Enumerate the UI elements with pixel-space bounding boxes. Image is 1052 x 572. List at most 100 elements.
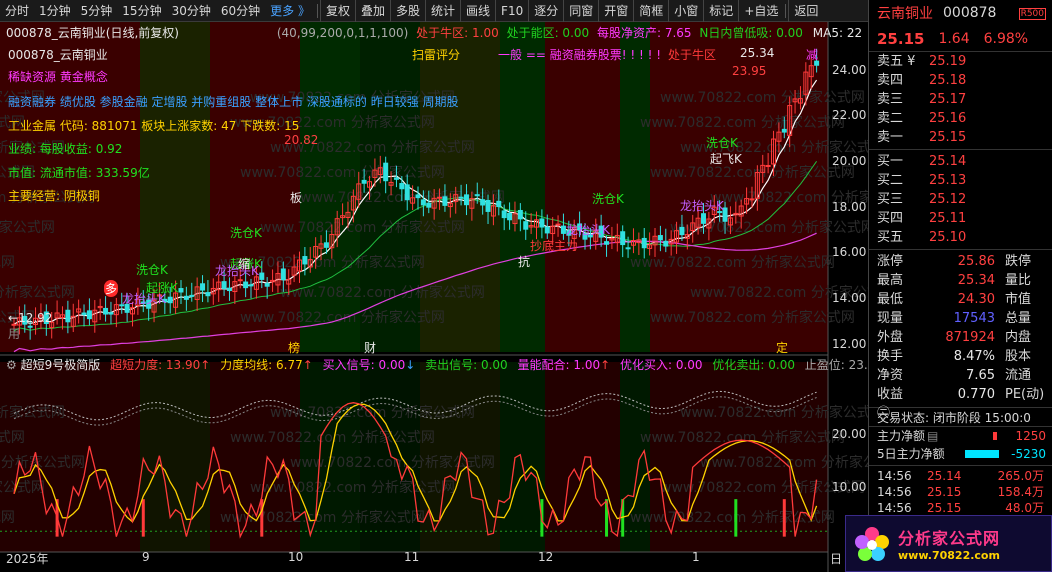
- last-price: 25.15: [877, 29, 925, 48]
- watermark-text: www.70822.com 分析家公式网: [0, 509, 15, 526]
- quote-row: 最高 25.34 量比: [877, 273, 1032, 288]
- zone-band: [140, 362, 210, 552]
- candle-body: [663, 240, 669, 247]
- signal-longtaitou-1: 龙抬头K: [215, 264, 259, 278]
- toolbar-item-14[interactable]: 同窗: [563, 0, 598, 22]
- candle-body: [86, 310, 92, 320]
- toolbar-item-12[interactable]: F10: [495, 0, 528, 22]
- price-pct: 6.98%: [983, 30, 1029, 47]
- quote-row: 现量 17543 总量: [877, 311, 1032, 326]
- ask-level-5[interactable]: 卖五 ¥25.19: [869, 52, 1052, 71]
- ask-level-4[interactable]: 卖四 25.18: [869, 71, 1052, 90]
- candle-body: [544, 226, 550, 234]
- chart-title: 000878_云南铜业(日线,前复权) (40,99,200,0,1,1,100…: [6, 26, 863, 40]
- watermark-text: www.70822.com 分析家公式网: [0, 429, 25, 446]
- candle-body: [108, 312, 114, 315]
- bid-level-3[interactable]: 买三 25.12: [869, 190, 1052, 209]
- candle-body: [463, 194, 469, 206]
- tick-list: 14:56 25.14 265.0万 14:56 25.15 158.4万 14:56 25.…: [869, 468, 1052, 516]
- zone-band: [620, 22, 650, 352]
- ask-level-2[interactable]: 卖二 25.16: [869, 109, 1052, 128]
- watermark-text: www.70822.com 分析家公式网: [0, 219, 55, 236]
- candle-body: [517, 209, 523, 220]
- indicator-tick-label: 20.00: [832, 426, 867, 441]
- candle-body: [81, 312, 87, 316]
- candle-body: [496, 200, 502, 208]
- toolbar-item-10[interactable]: 统计: [425, 0, 460, 22]
- toolbar-item-4[interactable]: 30分钟: [167, 0, 216, 22]
- quote-row: 收益㊁ 0.770 PE(动): [877, 387, 1045, 421]
- candle-body: [555, 223, 561, 226]
- toolbar-item-11[interactable]: 画线: [460, 0, 495, 22]
- toolbar-item-19[interactable]: +自选: [738, 0, 783, 22]
- candle-body: [420, 199, 426, 206]
- toolbar-item-20[interactable]: 返回: [788, 0, 823, 22]
- toolbar-item-2[interactable]: 5分钟: [76, 0, 118, 22]
- quote-row: 净资 7.65 流通: [877, 368, 1032, 383]
- stock-code: 000878: [943, 5, 997, 21]
- toolbar-item-18[interactable]: 标记: [703, 0, 738, 22]
- candle-body: [765, 164, 771, 167]
- toolbar-item-8[interactable]: 叠加: [354, 0, 390, 22]
- info-concepts: 稀缺资源 黄金概念: [8, 70, 108, 84]
- bid-book: 买一 25.14 买二 25.13 买三 25.12 买四 25.11 买五 25.10: [869, 152, 1052, 247]
- toolbar-item-15[interactable]: 开窗: [598, 0, 633, 22]
- bid-level-1[interactable]: 买一 25.14: [869, 152, 1052, 171]
- price-tick-label: 16.00: [832, 245, 867, 260]
- toolbar-item-0[interactable]: 分时: [0, 0, 34, 22]
- candle-body: [205, 292, 211, 297]
- watermark-text: www.70822.com 分析家公式网: [640, 114, 845, 131]
- bid-level-2[interactable]: 买二 25.13: [869, 171, 1052, 190]
- signal-xicang-3: 洗仓K: [592, 192, 624, 206]
- toolbar-item-7[interactable]: 复权: [319, 0, 355, 22]
- toolbar-item-5[interactable]: 60分钟: [216, 0, 265, 22]
- candle-body: [625, 247, 631, 250]
- ask-level-3[interactable]: 卖三 25.17: [869, 90, 1052, 109]
- toolbar-item-13[interactable]: 逐分: [528, 0, 563, 22]
- tick-row: 14:56 25.14 265.0万: [877, 469, 1044, 483]
- quote-row: 外盘 871924 内盘: [877, 330, 1032, 345]
- watermark-text: www.70822.com 分析家公式网: [240, 309, 445, 326]
- logo-url: www.70822.com: [898, 549, 1000, 562]
- candle-body: [393, 177, 399, 180]
- bid-level-5[interactable]: 买五 25.10: [869, 228, 1052, 247]
- candle-body: [323, 242, 329, 248]
- ask-level-1[interactable]: 卖一 25.15: [869, 128, 1052, 147]
- toolbar-item-6[interactable]: 更多 》: [265, 0, 315, 22]
- info-eps: 业绩: 每股收益: 0.92: [8, 142, 123, 156]
- signal-xicang-4: 洗仓K: [706, 136, 738, 150]
- price-tick-label: 20.00: [832, 154, 867, 168]
- indicator-tick-label: 10.00: [832, 480, 867, 495]
- signal-longtaitou-3: 龙抬头K: [680, 199, 724, 213]
- signal-longtaitou-4: 龙抬头K: [566, 223, 610, 237]
- candle-body: [437, 196, 443, 199]
- quote-row: 最低 24.30 市值: [877, 292, 1032, 307]
- quote-row: 换手 8.47% 股本: [877, 349, 1032, 364]
- candle-body: [183, 295, 189, 300]
- candle-body: [189, 294, 195, 297]
- price-change: 1.64: [938, 30, 970, 47]
- toolbar-item-3[interactable]: 15分钟: [117, 0, 166, 22]
- main-flow-row: 主力净额 ▤ 1250: [877, 429, 1046, 443]
- toolbar-item-16[interactable]: 简框: [633, 0, 668, 22]
- candle-body: [700, 213, 706, 224]
- watermark-text: www.70822.com 分析家公式网: [650, 309, 855, 326]
- indicator-header: ⚙ 超短9号极简版 超短力度: 13.90↑ 力度均线: 6.77↑ 买入信号:…: [6, 358, 884, 372]
- time-tick-label: 1: [692, 550, 700, 564]
- candle-body: [620, 231, 626, 246]
- toolbar-item-9[interactable]: 多股: [390, 0, 425, 22]
- signal-xicang-2: 洗仓K: [136, 263, 168, 277]
- zone-band: [545, 22, 620, 352]
- candle-body: [474, 194, 480, 197]
- price-tick-label: 12.00: [832, 336, 867, 351]
- bid-level-4[interactable]: 买四 25.11: [869, 209, 1052, 228]
- top-label: 23.95: [732, 64, 767, 78]
- price-tick-label: 14.00: [832, 291, 867, 306]
- indicator-settings-icon[interactable]: ⚙: [6, 358, 17, 372]
- zone-band: [300, 22, 360, 352]
- top-right-value: 25.34: [740, 46, 775, 60]
- candle-body: [243, 281, 249, 289]
- toolbar-item-1[interactable]: 1分钟: [34, 0, 76, 22]
- signal-qifei-1: 起飞K: [710, 152, 742, 166]
- toolbar-item-17[interactable]: 小窗: [668, 0, 703, 22]
